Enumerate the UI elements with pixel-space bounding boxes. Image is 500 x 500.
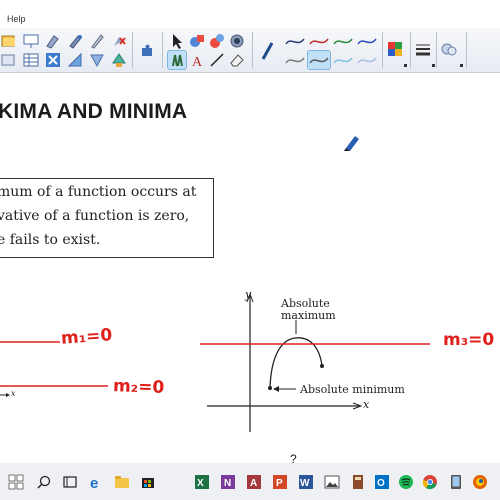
max-label: Absolute maximum	[281, 298, 336, 322]
shapes-icon[interactable]	[188, 32, 206, 50]
svg-text:A: A	[250, 478, 257, 489]
eraser-icon[interactable]	[228, 51, 246, 69]
firefox-icon[interactable]	[472, 474, 488, 490]
x-axis-label: x	[363, 398, 370, 411]
shape-icon[interactable]	[88, 51, 106, 69]
photos-icon[interactable]	[324, 474, 340, 490]
pen-tool-icon[interactable]	[167, 50, 187, 70]
windows-icon[interactable]	[8, 474, 24, 490]
toolbar-separator	[252, 32, 253, 68]
whiteboard-canvas[interactable]	[0, 73, 500, 463]
definition-line: vative of a function is zero,	[0, 208, 190, 224]
pen-preset-4-icon[interactable]	[356, 32, 378, 50]
chrome-icon[interactable]	[422, 474, 438, 490]
word-icon[interactable]: W	[298, 474, 314, 490]
select-arrow-icon[interactable]	[168, 32, 186, 50]
small-x-axis-label: x	[11, 389, 16, 398]
dropdown-indicator	[432, 64, 435, 67]
access-icon[interactable]: A	[246, 474, 262, 490]
table-icon[interactable]	[22, 51, 40, 69]
notebook-icon[interactable]	[350, 474, 366, 490]
task-view-icon[interactable]	[62, 474, 78, 490]
max-label-line2: maximum	[281, 309, 336, 322]
outlook-icon[interactable]: O	[374, 474, 390, 490]
open-icon[interactable]	[0, 32, 18, 50]
pen-preset-5-icon[interactable]	[284, 51, 306, 69]
pen-preset-3-icon[interactable]	[332, 32, 354, 50]
spotify-icon[interactable]	[398, 474, 414, 490]
camera-icon[interactable]	[228, 32, 246, 50]
svg-text:P: P	[276, 478, 283, 489]
pen-style-icon[interactable]	[66, 32, 84, 50]
powerpoint-icon[interactable]: P	[272, 474, 288, 490]
toolbar-separator	[466, 32, 467, 68]
toolbar-separator	[382, 32, 383, 68]
clear-icon[interactable]	[110, 32, 128, 50]
min-label: Absolute minimum	[300, 383, 405, 396]
pen-preset-8-icon[interactable]	[356, 51, 378, 69]
definition-box: mum of a function occurs at vative of a …	[0, 178, 214, 258]
annotation-m2: m₂=0	[112, 376, 165, 398]
svg-text:e: e	[90, 475, 98, 490]
toolbar-separator	[162, 32, 163, 68]
taskbar: e X N A P W O	[0, 463, 500, 500]
definition-line: mum of a function occurs at	[0, 184, 197, 200]
tablet-icon[interactable]	[448, 474, 464, 490]
page-title: KIMA AND MINIMA	[0, 100, 188, 123]
line-icon[interactable]	[208, 51, 226, 69]
pen-preset-1-icon[interactable]	[284, 32, 306, 50]
toolbar-separator	[132, 32, 133, 68]
page-icon[interactable]	[440, 40, 458, 58]
pen-preset-6-icon[interactable]	[307, 50, 331, 70]
close-box-icon[interactable]	[44, 51, 62, 69]
toolbar: A	[0, 28, 500, 73]
dropdown-indicator	[460, 64, 463, 67]
menu-bar: Help	[0, 0, 500, 28]
stylus-icon[interactable]	[88, 32, 106, 50]
svg-text:N: N	[224, 478, 231, 489]
whiteboard-icon[interactable]	[22, 32, 40, 50]
svg-text:A: A	[192, 55, 203, 69]
file-explorer-icon[interactable]	[114, 474, 130, 490]
svg-text:X: X	[197, 478, 204, 489]
search-icon[interactable]	[36, 474, 52, 490]
y-axis-label: y	[245, 288, 252, 301]
pen-preset-black-icon[interactable]	[260, 40, 276, 62]
edge-icon[interactable]: e	[88, 474, 104, 490]
toolbar-separator	[436, 32, 437, 68]
text-icon[interactable]: A	[188, 51, 206, 69]
fill-icon[interactable]	[66, 51, 84, 69]
onenote-icon[interactable]: N	[220, 474, 236, 490]
pen-preset-7-icon[interactable]	[332, 51, 354, 69]
store-icon[interactable]	[140, 474, 156, 490]
fill-bucket-icon[interactable]	[208, 32, 226, 50]
definition-line: e fails to exist.	[0, 232, 101, 248]
dropdown-indicator	[404, 64, 407, 67]
menu-help[interactable]: Help	[7, 14, 26, 24]
line-width-icon[interactable]	[414, 40, 432, 58]
excel-icon[interactable]: X	[194, 474, 210, 490]
eraser-brush-icon[interactable]	[44, 32, 62, 50]
svg-text:O: O	[377, 478, 385, 489]
toolbar-separator	[410, 32, 411, 68]
pen-preset-2-icon[interactable]	[308, 32, 330, 50]
layers-icon[interactable]	[0, 51, 18, 69]
puzzle-icon[interactable]	[138, 42, 156, 60]
annotation-m1: m₁=0	[60, 325, 113, 349]
colors-icon[interactable]	[386, 40, 404, 58]
svg-text:W: W	[300, 478, 310, 489]
recycle-icon[interactable]	[110, 51, 128, 69]
annotation-m3: m₃=0	[443, 330, 495, 350]
